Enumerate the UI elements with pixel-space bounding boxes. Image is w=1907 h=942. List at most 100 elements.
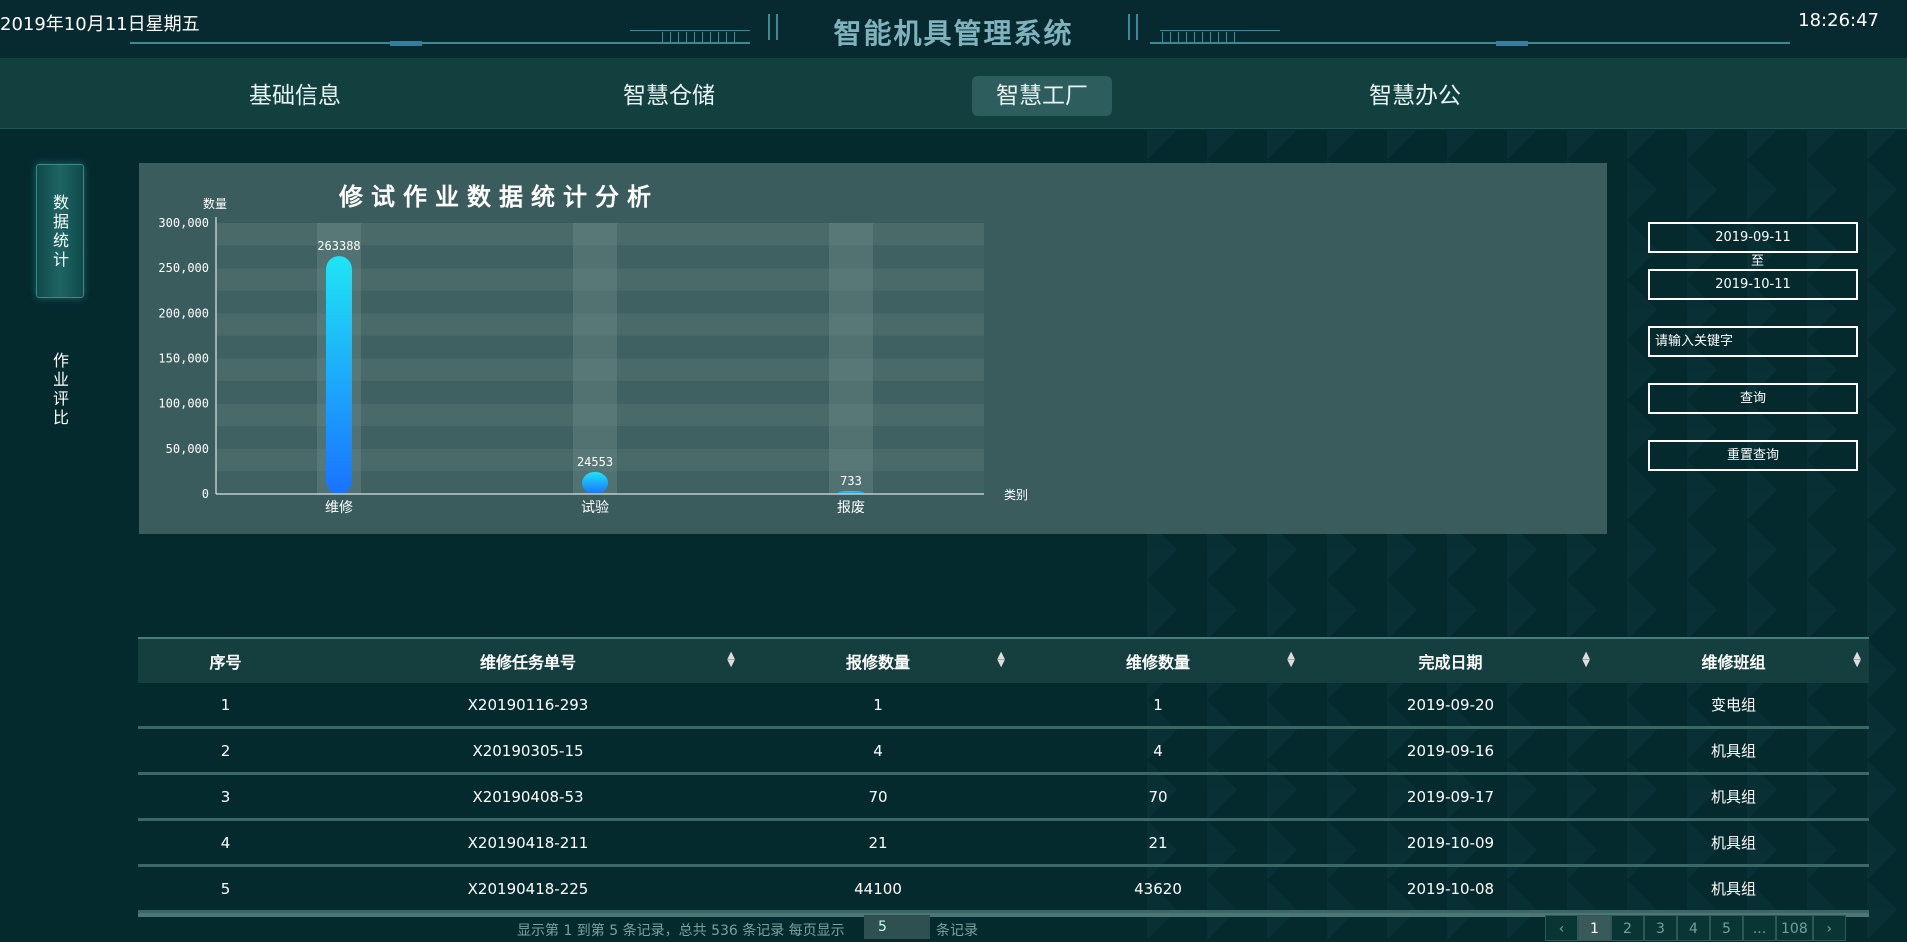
nav-item-basic-info[interactable]: 基础信息 (225, 76, 365, 116)
end-date-input[interactable]: 2019-10-11 (1648, 269, 1858, 300)
y-tick-label: 0 (202, 487, 209, 501)
cell-index: 2 (138, 727, 313, 775)
pagination-summary: 显示第 1 到第 5 条记录，总共 536 条记录 每页显示 (517, 923, 845, 939)
y-tick-label: 300,000 (158, 216, 209, 230)
table-row[interactable]: 2 X20190305-15 4 4 2019-09-16 机具组 (138, 727, 1869, 775)
sort-icon[interactable]: ▲ ▼ (1582, 651, 1590, 669)
x-tick-label: 报废 (837, 500, 865, 516)
cell-finish-date: 2019-10-09 (1303, 819, 1598, 867)
header-deco-line-right (1150, 42, 1790, 44)
sort-icon[interactable]: ▲ ▼ (1853, 651, 1861, 669)
pagination-suffix: 条记录 (936, 923, 978, 939)
bar-value-label: 733 (840, 474, 862, 488)
cell-task-no: X20190418-225 (313, 865, 743, 913)
table-row[interactable]: 3 X20190408-53 70 70 2019-09-17 机具组 (138, 773, 1869, 821)
column-header-finish-date[interactable]: 完成日期 ▲ ▼ (1303, 638, 1598, 683)
cell-report-qty: 4 (743, 727, 1013, 775)
date-range-separator: 至 (1751, 254, 1765, 269)
page-button[interactable]: 5 (1710, 915, 1743, 941)
nav-item-smart-office[interactable]: 智慧办公 (1345, 76, 1485, 116)
page-button[interactable]: ... (1743, 915, 1776, 941)
y-tick-label: 150,000 (158, 352, 209, 366)
header-deco-bar (1136, 14, 1138, 40)
cell-team: 机具组 (1598, 727, 1869, 775)
chart-panel: 修试作业数据统计分析 0 50,000 100,000 150,000 200,000 2… (139, 163, 1607, 534)
page-button[interactable]: 1 (1578, 915, 1611, 941)
cell-task-no: X20190408-53 (313, 773, 743, 821)
cell-team: 变电组 (1598, 683, 1869, 729)
cell-report-qty: 21 (743, 819, 1013, 867)
bar-chart: 0 50,000 100,000 150,000 200,000 250,000 300,0… (158, 196, 1028, 516)
cell-finish-date: 2019-10-08 (1303, 865, 1598, 913)
sort-icon[interactable]: ▲ ▼ (1287, 651, 1295, 669)
nav-item-smart-factory[interactable]: 智慧工厂 (972, 76, 1112, 116)
keyword-input[interactable]: 请输入关键字 (1648, 326, 1858, 357)
reset-search-button[interactable]: 重置查询 (1648, 440, 1858, 471)
header-deco-bar (776, 14, 778, 40)
x-axis-label: 类别 (1004, 488, 1028, 502)
table-header-row: 序号 维修任务单号 ▲ ▼ 报修数量 ▲ ▼ 维修数量 ▲ ▼ 完成日期 ▲ ▼ 维修班组 ▲ ▼ (138, 638, 1869, 683)
cell-index: 1 (138, 683, 313, 729)
cell-report-qty: 1 (743, 683, 1013, 729)
cell-team: 机具组 (1598, 819, 1869, 867)
prev-page-button[interactable]: ‹ (1545, 915, 1578, 941)
sidebar-item-label: 数据统计 (50, 194, 69, 270)
cell-team: 机具组 (1598, 865, 1869, 913)
table-row[interactable]: 5 X20190418-225 44100 43620 2019-10-08 机具组 (138, 865, 1869, 913)
sidebar-item-job-ranking[interactable]: 作业评比 (47, 352, 71, 428)
y-tick-label: 50,000 (166, 442, 209, 456)
sort-icon[interactable]: ▲ ▼ (727, 651, 735, 669)
page-size-select[interactable]: 5 (864, 915, 930, 939)
column-header-team[interactable]: 维修班组 ▲ ▼ (1598, 638, 1869, 683)
bar (326, 256, 352, 494)
page-button[interactable]: 3 (1644, 915, 1677, 941)
cell-finish-date: 2019-09-17 (1303, 773, 1598, 821)
y-tick-label: 100,000 (158, 397, 209, 411)
cell-team: 机具组 (1598, 773, 1869, 821)
cell-index: 5 (138, 865, 313, 913)
sort-icon[interactable]: ▲ ▼ (997, 651, 1005, 669)
column-header-report-qty[interactable]: 报修数量 ▲ ▼ (743, 638, 1013, 683)
table-row[interactable]: 4 X20190418-211 21 21 2019-10-09 机具组 (138, 819, 1869, 867)
cell-repair-qty: 21 (1013, 819, 1303, 867)
cell-repair-qty: 70 (1013, 773, 1303, 821)
y-tick-label: 200,000 (158, 306, 209, 320)
page-button[interactable]: 2 (1611, 915, 1644, 941)
header-deco-thin-right (1160, 30, 1280, 31)
bar-background (829, 223, 873, 494)
cell-report-qty: 70 (743, 773, 1013, 821)
cell-report-qty: 44100 (743, 865, 1013, 913)
next-page-button[interactable]: › (1812, 915, 1846, 941)
bar-value-label: 24553 (577, 455, 613, 469)
header-bar: 2019年10月11日星期五 智能机具管理系统 18:26:47 (0, 0, 1907, 58)
current-time: 18:26:47 (1798, 10, 1879, 31)
x-tick-label: 维修 (325, 500, 353, 516)
y-axis-label: 数量 (203, 196, 227, 211)
page-button[interactable]: 108 (1776, 915, 1813, 941)
cell-finish-date: 2019-09-20 (1303, 683, 1598, 729)
y-tick-label: 250,000 (158, 261, 209, 275)
records-table: 序号 维修任务单号 ▲ ▼ 报修数量 ▲ ▼ 维修数量 ▲ ▼ 完成日期 ▲ ▼ 维修班组 ▲ ▼ … (138, 637, 1869, 917)
cell-task-no: X20190116-293 (313, 683, 743, 729)
header-deco-bar (1128, 14, 1130, 40)
header-deco-thin-left (630, 30, 750, 31)
app-title: 智能机具管理系统 (833, 17, 1074, 50)
search-button[interactable]: 查询 (1648, 383, 1858, 414)
column-header-task-no[interactable]: 维修任务单号 ▲ ▼ (313, 638, 743, 683)
table-row[interactable]: 1 X20190116-293 1 1 2019-09-20 变电组 (138, 683, 1869, 729)
start-date-input[interactable]: 2019-09-11 (1648, 222, 1858, 253)
nav-item-smart-warehouse[interactable]: 智慧仓储 (599, 76, 739, 116)
cell-index: 4 (138, 819, 313, 867)
header-deco-bar (768, 14, 770, 40)
cell-index: 3 (138, 773, 313, 821)
cell-repair-qty: 43620 (1013, 865, 1303, 913)
page-button[interactable]: 4 (1677, 915, 1710, 941)
header-ticks-left (662, 32, 742, 42)
column-header-index[interactable]: 序号 (138, 638, 313, 683)
column-header-repair-qty[interactable]: 维修数量 ▲ ▼ (1013, 638, 1303, 683)
cell-repair-qty: 1 (1013, 683, 1303, 729)
header-deco-line-left (130, 42, 750, 44)
cell-task-no: X20190305-15 (313, 727, 743, 775)
bar (582, 471, 608, 494)
header-deco-block-left (390, 41, 422, 46)
